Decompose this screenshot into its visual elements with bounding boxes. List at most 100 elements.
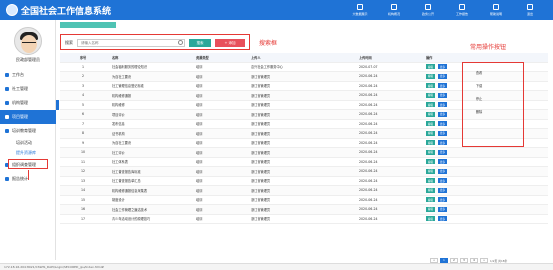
dropdown-delete[interactable]: 删除 [467,105,491,118]
more-button[interactable]: 更多 [438,102,447,108]
search-button[interactable]: 搜索 [189,39,211,47]
annotation-ops: 常用操作按钮 [470,44,507,51]
edit-button[interactable]: 编辑 [426,73,435,79]
edit-button[interactable]: 编辑 [426,216,435,222]
edit-button[interactable]: 编辑 [426,92,435,98]
more-button[interactable]: 更多 [438,130,447,136]
cell-name[interactable]: 制度设计 [106,197,196,202]
add-button[interactable]: + 添加 [215,39,245,47]
sidebar-collapse-button[interactable] [56,100,59,110]
annotation-box-sidebar [8,159,48,169]
cell-name[interactable]: 机构维修 [106,102,196,107]
table-row: 12 社工普查报告库标准 培训 浙江省管理员 2020-06-24 编辑 更多 [60,167,548,177]
more-button[interactable]: 更多 [438,149,447,155]
top-nav-bigdata[interactable]: 大数据展示 [343,2,377,19]
more-button[interactable]: 更多 [438,92,447,98]
edit-button[interactable]: 编辑 [426,111,435,117]
cell-no: 11 [80,159,86,164]
cell-uploader: 浙江省管理员 [251,198,271,203]
sidebar-item-workbench[interactable]: 工作台 [0,68,56,82]
more-button[interactable]: 更多 [438,83,447,89]
cell-name[interactable]: 社会福利服务的理论知识 [106,64,196,69]
cell-ops: 编辑 更多 [414,178,548,184]
cell-type: 培训 [196,160,203,165]
sidebar-sub-resource-lib[interactable]: 提升资源库 [0,148,56,158]
emblem-logo [6,4,18,16]
search-icon[interactable] [178,40,183,45]
edit-button[interactable]: 编辑 [426,64,435,70]
cell-name[interactable]: 机构维修通报信息采集表 [106,188,196,193]
more-button[interactable]: 更多 [438,197,447,203]
more-button[interactable]: 更多 [438,64,447,70]
more-button[interactable]: 更多 [438,140,447,146]
edit-button[interactable]: 编辑 [426,178,435,184]
cell-name[interactable]: 青少年活动设计的原理技巧 [106,216,196,221]
edit-button[interactable]: 编辑 [426,187,435,193]
edit-button[interactable]: 编辑 [426,159,435,165]
tab-active[interactable] [60,22,116,28]
cell-ops: 编辑 更多 [414,206,548,212]
cell-no: 14 [80,188,86,193]
edit-button[interactable]: 编辑 [426,130,435,136]
more-button[interactable]: 更多 [438,159,447,165]
top-nav-org[interactable]: 机构概况 [377,2,411,19]
cell-no: 17 [80,216,86,221]
cell-uploader: 浙江省管理员 [251,74,271,79]
cell-type: 培训 [196,179,203,184]
cell-name[interactable]: 社会工作管理之廉洁技术 [106,207,196,212]
cell-name[interactable]: 发布信息 [106,121,196,126]
edit-button[interactable]: 编辑 [426,140,435,146]
sidebar-sub-training-activity[interactable]: 培训活动 [0,138,56,148]
edit-button[interactable]: 编辑 [426,83,435,89]
cell-type: 培训 [196,65,203,70]
table-row: 16 社会工作管理之廉洁技术 培训 浙江省管理员 2020-06-24 编辑 更多 [60,205,548,215]
cell-uploader: 浙江省管理员 [251,131,271,136]
edit-button[interactable]: 编辑 [426,168,435,174]
cell-no: 2 [81,74,85,79]
cell-name[interactable]: 为自社工要诀 [106,140,196,145]
avatar [14,27,42,55]
top-nav-report[interactable]: 工作报告 [445,2,479,19]
cell-name[interactable]: 社工评价 [106,150,196,155]
cell-ops: 编辑 更多 [414,216,548,222]
cell-name[interactable]: 社工普查报告单汇总 [106,178,196,183]
sidebar-item-social-worker[interactable]: 社工管理 [0,82,56,96]
cell-no: 13 [80,178,86,183]
sidebar-item-training[interactable]: 培训教育管理 [0,124,56,138]
top-nav-exit[interactable]: 退出 [513,2,547,19]
more-button[interactable]: 更多 [438,73,447,79]
more-button[interactable]: 更多 [438,168,447,174]
edit-button[interactable]: 编辑 [426,102,435,108]
sidebar-item-org[interactable]: 机构管理 [0,96,56,110]
cell-date: 2020-06-24 [359,169,378,174]
edit-button[interactable]: 编辑 [426,121,435,127]
more-button[interactable]: 更多 [438,206,447,212]
more-button[interactable]: 更多 [438,121,447,127]
cell-type: 培训 [196,112,203,117]
cell-name[interactable]: 为自社工要诀 [106,74,196,79]
top-nav-public[interactable]: 政务公开 [411,2,445,19]
cell-name[interactable]: 证书机构 [106,131,196,136]
more-button[interactable]: 更多 [438,216,447,222]
more-button[interactable]: 更多 [438,187,447,193]
cell-name[interactable]: 社工管理信息登记标准 [106,83,196,88]
dropdown-view[interactable]: 查看 [467,66,491,79]
cell-date: 2020-06-24 [359,207,378,212]
more-button[interactable]: 更多 [438,111,447,117]
dropdown-stop[interactable]: 停止 [467,92,491,105]
cell-date: 2020-06-24 [359,93,378,98]
edit-button[interactable]: 编辑 [426,149,435,155]
sidebar-item-project[interactable]: 项目管理 [0,110,56,124]
top-nav-help[interactable]: 帮助说明 [479,2,513,19]
cell-name[interactable]: 社工体系表 [106,159,196,164]
edit-button[interactable]: 编辑 [426,197,435,203]
cell-name[interactable]: 项目评价 [106,112,196,117]
cell-name[interactable]: 机构维修通报 [106,93,196,98]
dropdown-download[interactable]: 下载 [467,79,491,92]
edit-button[interactable]: 编辑 [426,206,435,212]
cell-uploader: 浙江省管理员 [251,179,271,184]
cell-no: 3 [81,83,85,88]
search-input[interactable] [77,39,185,47]
more-button[interactable]: 更多 [438,178,447,184]
cell-name[interactable]: 社工普查报告库标准 [106,169,196,174]
